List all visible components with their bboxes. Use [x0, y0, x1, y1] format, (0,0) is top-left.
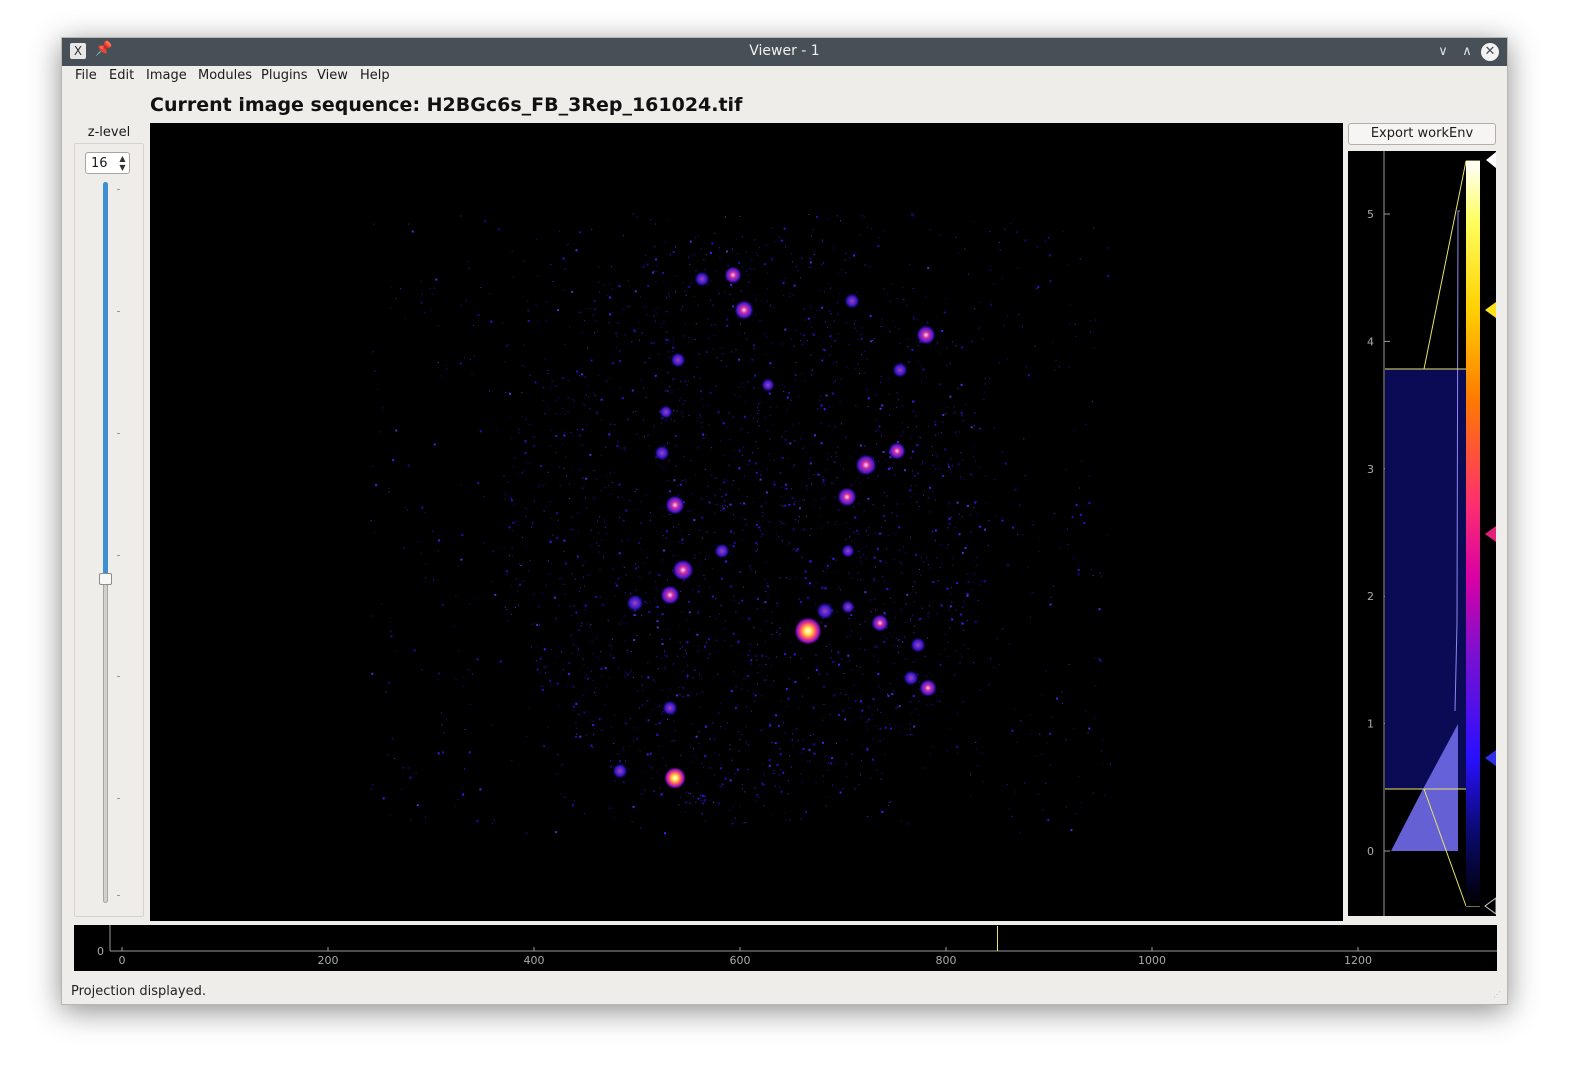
menu-file[interactable]: File	[75, 68, 97, 83]
spin-down-icon[interactable]: ▼	[117, 163, 128, 172]
zlevel-value[interactable]: 16	[91, 156, 108, 171]
spin-up-icon[interactable]: ▲	[117, 154, 128, 163]
histo-tick-label: 2	[1367, 590, 1374, 603]
window-title: Viewer - 1	[749, 43, 820, 59]
zlevel-spinbox[interactable]: 16 ▲ ▼	[85, 152, 130, 174]
timeline-plot[interactable]: 0 200 400 600 800 1000 1200 0	[74, 925, 1497, 971]
slider-tick	[117, 798, 120, 799]
slider-tick	[117, 433, 120, 434]
sequence-title: Current image sequence: H2BGc6s_FB_3Rep_…	[150, 94, 743, 116]
level-region[interactable]	[1385, 369, 1466, 789]
lut-handle[interactable]	[1486, 152, 1496, 168]
image-viewer[interactable]	[150, 123, 1343, 921]
histogram-lut-panel[interactable]: 5 4 3 2 1 0	[1348, 151, 1496, 916]
resize-grip-icon[interactable]: ⋰	[1493, 990, 1503, 1000]
maximize-icon[interactable]: ∧	[1457, 42, 1477, 62]
microscopy-image[interactable]	[150, 123, 1343, 921]
timeline-tick-label: 800	[936, 954, 957, 967]
slider-tick	[117, 189, 120, 190]
close-icon[interactable]: ✕	[1481, 43, 1499, 61]
lut-handle[interactable]	[1485, 302, 1496, 318]
menu-plugins[interactable]: Plugins	[261, 68, 308, 83]
timeline-tick-label: 600	[730, 954, 751, 967]
lut-handle[interactable]	[1485, 750, 1496, 766]
status-bar-text: Projection displayed.	[71, 984, 206, 999]
histo-tick-label: 0	[1367, 845, 1374, 858]
zlevel-slider-handle[interactable]	[99, 572, 112, 585]
colormap-bar	[1466, 161, 1480, 906]
slider-tick	[117, 895, 120, 896]
timeline-y-tick-label: 0	[97, 945, 104, 958]
menu-image[interactable]: Image	[146, 68, 187, 83]
slider-tick	[117, 555, 120, 556]
timeline-tick-label: 200	[318, 954, 339, 967]
bright-spots	[612, 266, 937, 789]
menu-help[interactable]: Help	[360, 68, 390, 83]
menu-bar: File Edit Image Modules Plugins View Hel…	[62, 66, 1507, 86]
timeline-tick-label: 1200	[1344, 954, 1372, 967]
histo-tick-label: 4	[1367, 335, 1374, 348]
zlevel-box	[74, 143, 144, 917]
viewer-window: X 📌 Viewer - 1 ∨ ∧ ✕ File Edit Image Mod…	[61, 37, 1508, 1005]
timeline-ticks: 0 200 400 600 800 1000 1200 0	[97, 945, 1372, 967]
histo-tick-label: 5	[1367, 208, 1374, 221]
histo-tick-label: 3	[1367, 463, 1374, 476]
zlevel-label: z-level	[87, 125, 131, 140]
menu-modules[interactable]: Modules	[198, 68, 252, 83]
export-workenv-button[interactable]: Export workEnv	[1348, 123, 1496, 145]
slider-tick	[117, 676, 120, 677]
timeline-tick-label: 400	[524, 954, 545, 967]
timeline-tick-label: 0	[119, 954, 126, 967]
minimize-icon[interactable]: ∨	[1433, 42, 1453, 62]
spin-arrows[interactable]: ▲ ▼	[117, 154, 128, 172]
zlevel-panel: z-level 16 ▲ ▼	[74, 123, 144, 917]
title-bar[interactable]: X 📌 Viewer - 1 ∨ ∧ ✕	[62, 38, 1507, 66]
lut-handle[interactable]	[1484, 897, 1496, 915]
slider-tick	[117, 311, 120, 312]
lut-handle[interactable]	[1485, 526, 1496, 542]
menu-edit[interactable]: Edit	[109, 68, 134, 83]
zlevel-slider-fill	[103, 182, 108, 579]
histo-tick-label: 1	[1367, 718, 1374, 731]
menu-view[interactable]: View	[317, 68, 348, 83]
timeline-tick-label: 1000	[1138, 954, 1166, 967]
